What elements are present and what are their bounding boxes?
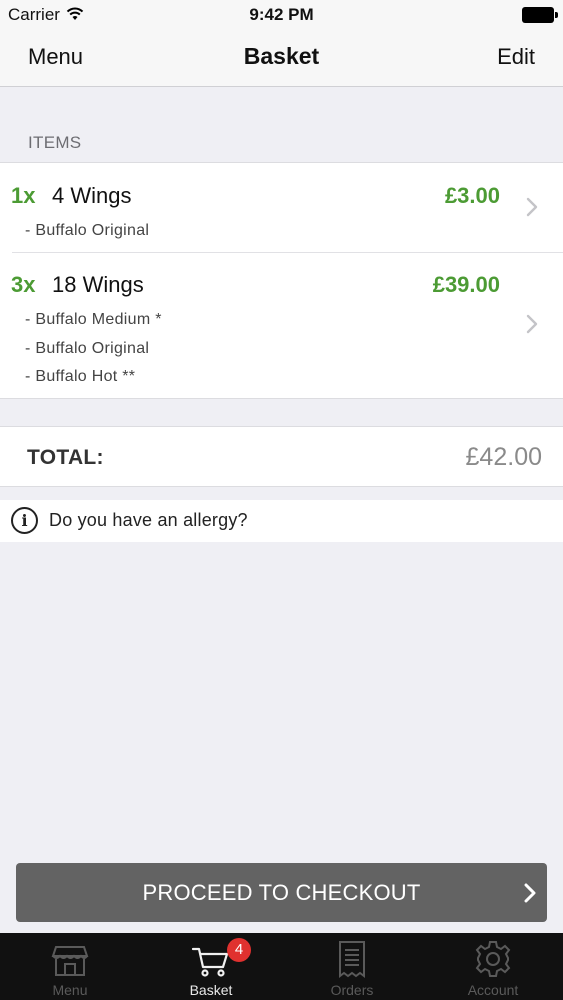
chevron-right-icon [526,314,538,334]
basket-item-row[interactable]: 1x 4 Wings £3.00 - Buffalo Original [0,163,563,252]
proceed-to-checkout-button[interactable]: PROCEED TO CHECKOUT [16,863,547,922]
basket-count-badge: 4 [227,938,251,962]
chevron-right-icon [524,883,536,903]
item-modifier: - Buffalo Original [25,339,150,357]
checkout-label: PROCEED TO CHECKOUT [142,880,421,905]
items-section-header: ITEMS [28,133,82,152]
total-value: £42.00 [465,443,542,471]
total-row: TOTAL: £42.00 [0,426,563,487]
edit-button[interactable]: Edit [497,44,535,70]
status-bar: Carrier 9:42 PM [0,0,563,30]
item-name: 18 Wings [52,272,144,297]
receipt-icon [339,941,365,978]
item-modifier: - Buffalo Original [25,222,150,239]
gear-icon [475,941,511,977]
allergy-question: Do you have an allergy? [49,510,248,530]
cart-icon [191,947,229,977]
chevron-right-icon [526,197,538,217]
basket-item-row[interactable]: 3x 18 Wings £39.00 - Buffalo Medium * - … [0,252,563,399]
allergy-info-row[interactable]: i Do you have an allergy? [0,500,563,542]
store-icon [51,946,89,976]
tab-bar: Menu 4 Basket Orders Account [0,933,563,1000]
item-modifier: - Buffalo Hot ** [25,368,136,385]
navigation-bar: Menu Basket Edit [0,30,563,87]
status-time: 9:42 PM [249,5,314,24]
menu-back-button[interactable]: Menu [28,44,83,70]
item-price: £3.00 [444,183,500,208]
tab-menu[interactable]: Menu [0,933,140,1000]
item-modifiers: - Buffalo Original [25,222,149,251]
battery-icon [522,7,558,23]
page-title: Basket [243,43,320,69]
item-name: 4 Wings [52,183,132,208]
info-icon: i [11,507,38,534]
tab-label: Orders [330,982,374,998]
tab-label: Basket [189,982,233,998]
item-modifier: - Buffalo Medium * [25,311,162,328]
tab-label: Account [467,982,519,998]
total-label: TOTAL: [27,446,104,469]
tab-orders[interactable]: Orders [282,933,422,1000]
item-quantity: 1x [11,183,36,208]
tab-basket[interactable]: 4 Basket [141,933,281,1000]
item-price: £39.00 [432,272,500,297]
tab-label: Menu [52,982,88,998]
basket-items-list: 1x 4 Wings £3.00 - Buffalo Original 3x 1… [0,162,563,399]
tab-account[interactable]: Account [423,933,563,1000]
item-quantity: 3x [11,272,36,297]
item-modifiers: - Buffalo Medium * - Buffalo Original - … [25,311,162,397]
